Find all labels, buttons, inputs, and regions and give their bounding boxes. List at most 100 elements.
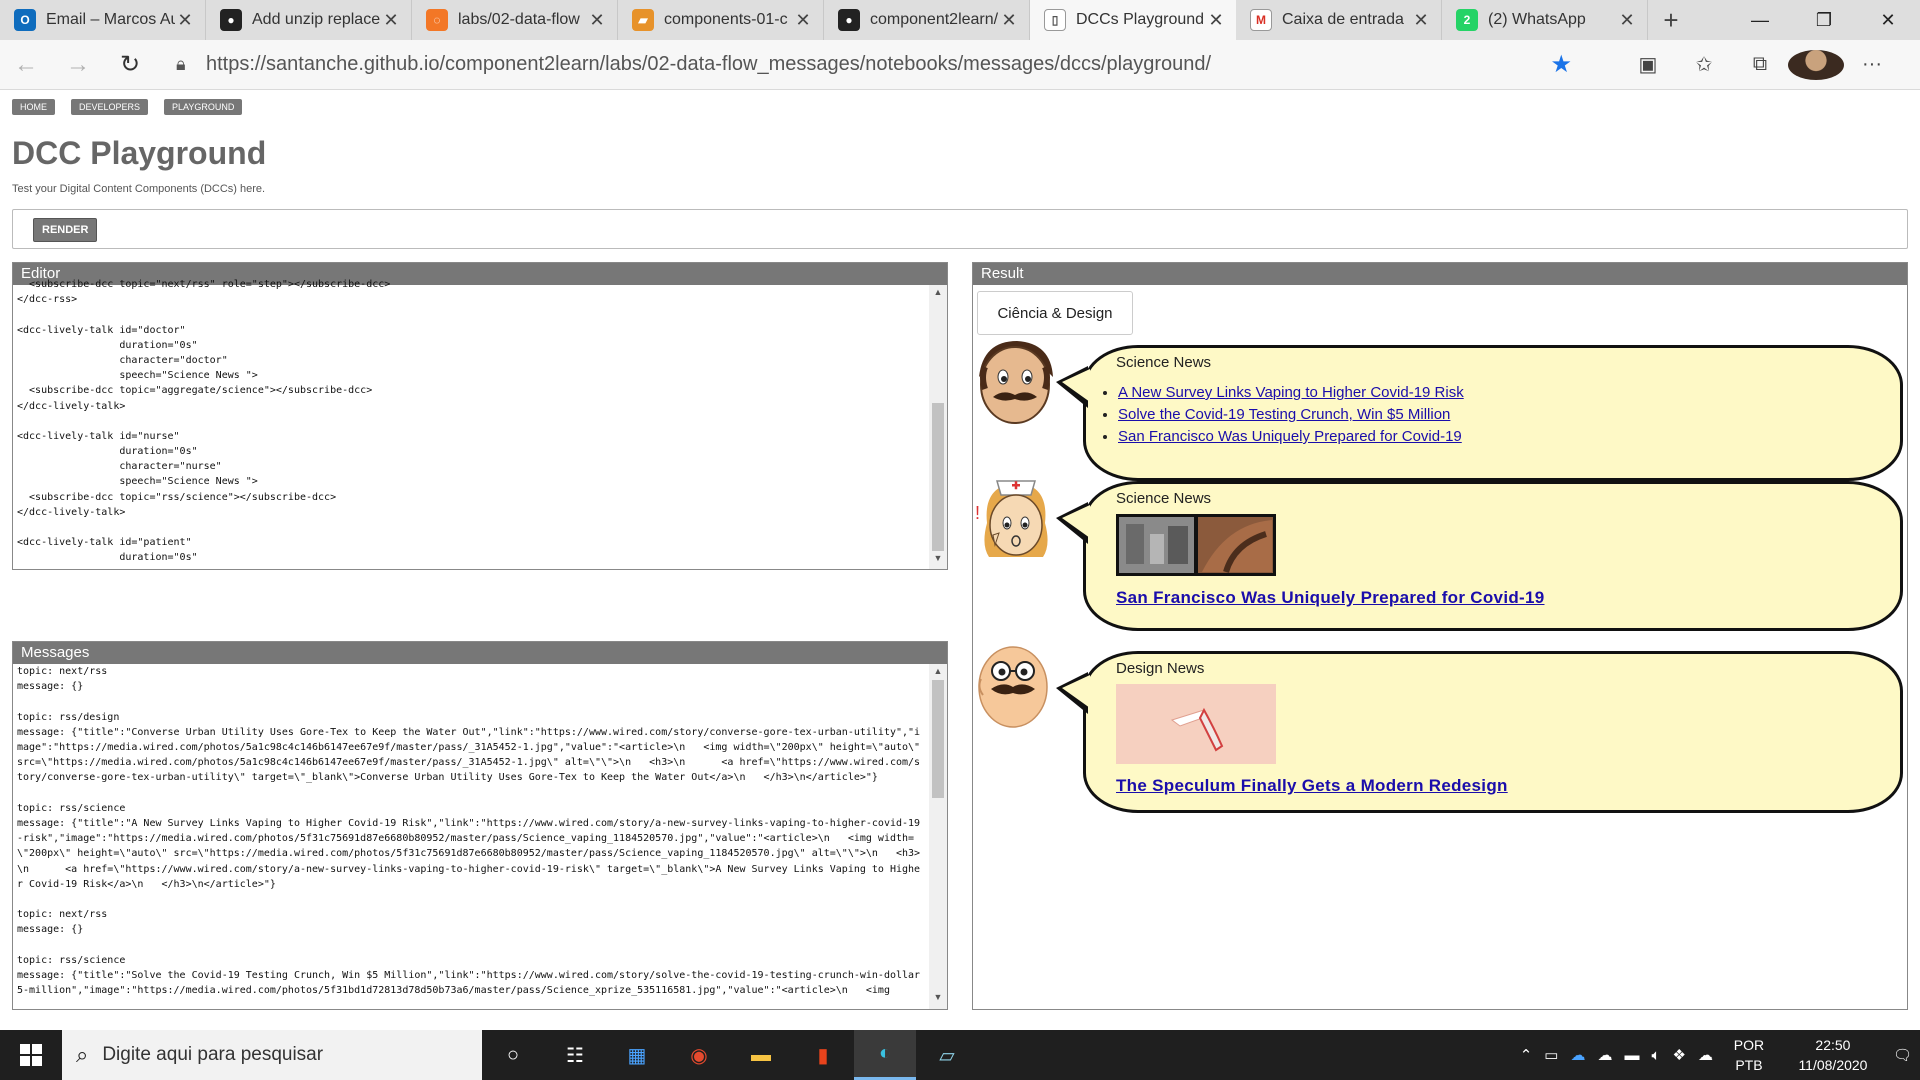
battery-icon[interactable]: ▬ xyxy=(1624,1047,1639,1064)
close-tab-icon[interactable]: ✕ xyxy=(381,10,401,31)
upload-cloud-icon[interactable]: ☁ xyxy=(1698,1046,1713,1064)
url-prefix: https:// xyxy=(206,53,267,75)
start-button[interactable] xyxy=(0,1030,62,1080)
news-headline-link[interactable]: San Francisco Was Uniquely Prepared for … xyxy=(1116,588,1545,608)
news-headline-link[interactable]: The Speculum Finally Gets a Modern Redes… xyxy=(1116,776,1508,796)
browser-tab-strip: O Email – Marcos Au ✕ ● Add unzip replace ✕ ◌ l… xyxy=(0,0,1920,40)
recorder-icon[interactable]: ◉ xyxy=(668,1030,730,1080)
code-line: <subscribe-dcc topic="rss/science"></sub… xyxy=(17,491,337,503)
code-line: speech="Science News "> xyxy=(17,476,258,488)
speech-bubble: Science News A New Survey Links Vaping t… xyxy=(1056,345,1903,481)
url-field[interactable]: 🔒︎ https://santanche.github.io/component… xyxy=(176,47,1586,83)
browser-tab[interactable]: O Email – Marcos Au ✕ xyxy=(0,0,206,40)
result-panel: Result Ciência & Design Science News • A… xyxy=(972,262,1908,1010)
language-indicator[interactable]: POR PTB xyxy=(1725,1035,1773,1075)
editor-scroll-thumb[interactable] xyxy=(932,403,944,551)
scroll-up-icon[interactable]: ▲ xyxy=(929,666,947,676)
onedrive-icon[interactable]: ☁ xyxy=(1570,1046,1585,1064)
breadcrumb-home[interactable]: HOME xyxy=(12,99,55,115)
office-icon[interactable]: ▮ xyxy=(792,1030,854,1080)
browser-tab[interactable]: ● component2learn/✕ xyxy=(824,0,1030,40)
breadcrumb-playground[interactable]: PLAYGROUND xyxy=(164,99,243,115)
collections-icon[interactable]: ⧉ xyxy=(1732,53,1788,76)
messages-log[interactable]: topic: next/rss message: {} topic: rss/d… xyxy=(13,664,925,1009)
code-line: duration="0s" xyxy=(17,339,198,351)
code-line: <dcc-lively-talk id="patient" xyxy=(17,537,192,549)
editor-textarea[interactable]: <subscribe-dcc topic="next/rss" role="st… xyxy=(13,277,947,561)
minimize-icon[interactable]: — xyxy=(1728,0,1792,40)
code-line: <dcc-lively-talk id="nurse" xyxy=(17,430,180,442)
forward-icon[interactable]: → xyxy=(52,40,104,90)
speech-label: Design News xyxy=(1116,660,1205,677)
close-tab-icon[interactable]: ✕ xyxy=(999,10,1019,31)
tab-title: component2learn/ xyxy=(870,11,999,28)
favorites-icon[interactable]: ✩ xyxy=(1676,52,1732,77)
browser-tab[interactable]: ▯ DCCs Playground ✕ xyxy=(1030,0,1236,40)
windows-logo-icon xyxy=(20,1044,42,1066)
store-icon[interactable]: ▦ xyxy=(606,1030,668,1080)
code-line: </dcc-rss> xyxy=(17,294,78,306)
scroll-down-icon[interactable]: ▼ xyxy=(929,553,947,563)
more-menu-icon[interactable]: ··· xyxy=(1844,53,1900,76)
system-tray: ⌃ ▭ ☁ ☁ ▬ 🔈︎ ❖ ☁ POR PTB 22:50 11/08/202… xyxy=(1520,1035,1920,1075)
result-tab[interactable]: Ciência & Design xyxy=(977,291,1133,335)
close-tab-icon[interactable]: ✕ xyxy=(1617,10,1637,31)
close-tab-icon[interactable]: ✕ xyxy=(793,10,813,31)
close-tab-icon[interactable]: ✕ xyxy=(1411,10,1431,31)
taskbar-search-box[interactable]: ⌕ Digite aqui para pesquisar xyxy=(62,1030,482,1080)
url-path: /component2learn/labs/02-data-flow_messa… xyxy=(439,53,1212,75)
gmail-icon: M xyxy=(1250,9,1272,31)
svg-text:!: ! xyxy=(975,503,980,523)
code-line: </dcc-lively-talk> xyxy=(17,506,126,518)
cloud-icon[interactable]: ☁ xyxy=(1597,1046,1612,1064)
network-device-icon[interactable]: ▭ xyxy=(1544,1046,1558,1064)
chevron-up-icon[interactable]: ⌃ xyxy=(1520,1046,1533,1064)
notes-app-icon[interactable]: ▱ xyxy=(916,1030,978,1080)
editor-scrollbar[interactable]: ▲ ▼ xyxy=(929,285,947,569)
task-view-icon[interactable]: ○ xyxy=(482,1030,544,1080)
edge-browser-icon[interactable]: ◐ xyxy=(854,1030,916,1080)
browser-tab[interactable]: ● Add unzip replace ✕ xyxy=(206,0,412,40)
close-tab-icon[interactable]: ✕ xyxy=(1206,10,1226,31)
favorite-star-icon[interactable]: ★ xyxy=(1550,50,1572,79)
news-link[interactable]: A New Survey Links Vaping to Higher Covi… xyxy=(1118,384,1464,401)
whatsapp-icon: 2 xyxy=(1456,9,1478,31)
render-button[interactable]: RENDER xyxy=(33,218,98,242)
nurse-character: ! xyxy=(975,480,1048,557)
close-tab-icon[interactable]: ✕ xyxy=(587,10,607,31)
clock[interactable]: 22:50 11/08/2020 xyxy=(1785,1035,1881,1075)
dropbox-icon[interactable]: ❖ xyxy=(1673,1046,1686,1064)
volume-icon[interactable]: 🔈︎ xyxy=(1651,1047,1660,1064)
messages-scroll-thumb[interactable] xyxy=(932,680,944,798)
page-subtitle: Test your Digital Content Components (DC… xyxy=(12,183,266,195)
outlook-icon: O xyxy=(14,9,36,31)
back-icon[interactable]: ← xyxy=(0,40,52,90)
news-link[interactable]: San Francisco Was Uniquely Prepared for … xyxy=(1118,428,1462,445)
browser-tab[interactable]: ◌ labs/02-data-flow ✕ xyxy=(412,0,618,40)
file-explorer-icon[interactable]: ▬ xyxy=(730,1030,792,1080)
address-bar-row: ← → ↻ 🔒︎ https://santanche.github.io/com… xyxy=(0,40,1920,90)
breadcrumb-developers[interactable]: DEVELOPERS xyxy=(71,99,149,115)
profile-avatar[interactable] xyxy=(1788,49,1844,80)
news-link[interactable]: Solve the Covid-19 Testing Crunch, Win $… xyxy=(1118,406,1450,423)
restore-icon[interactable]: ❐ xyxy=(1792,0,1856,40)
news-thumbnail xyxy=(1116,684,1276,764)
messages-panel: Messages topic: next/rss message: {} top… xyxy=(12,641,948,1010)
close-tab-icon[interactable]: ✕ xyxy=(175,10,195,31)
refresh-icon[interactable]: ↻ xyxy=(104,40,156,90)
browser-tab[interactable]: ▰ components-01-c ✕ xyxy=(618,0,824,40)
news-list: A New Survey Links Vaping to Higher Covi… xyxy=(1118,382,1464,448)
timeline-icon[interactable]: ☷ xyxy=(544,1030,606,1080)
messages-scrollbar[interactable]: ▲ ▼ xyxy=(929,664,947,1009)
new-tab-button[interactable]: + xyxy=(1648,0,1694,40)
notifications-icon[interactable]: 🗨︎ xyxy=(1893,1046,1912,1064)
browser-tab[interactable]: 2 (2) WhatsApp ✕ xyxy=(1442,0,1648,40)
speech-bubble: Design News The Speculum Finally Gets a … xyxy=(1056,651,1903,813)
tab-title: components-01-c xyxy=(664,11,788,28)
scroll-up-icon[interactable]: ▲ xyxy=(929,287,947,297)
scroll-down-icon[interactable]: ▼ xyxy=(929,992,947,1002)
extension-icon[interactable]: ▣ xyxy=(1620,52,1676,77)
close-window-icon[interactable]: ✕ xyxy=(1856,0,1920,40)
browser-tab[interactable]: M Caixa de entrada ✕ xyxy=(1236,0,1442,40)
